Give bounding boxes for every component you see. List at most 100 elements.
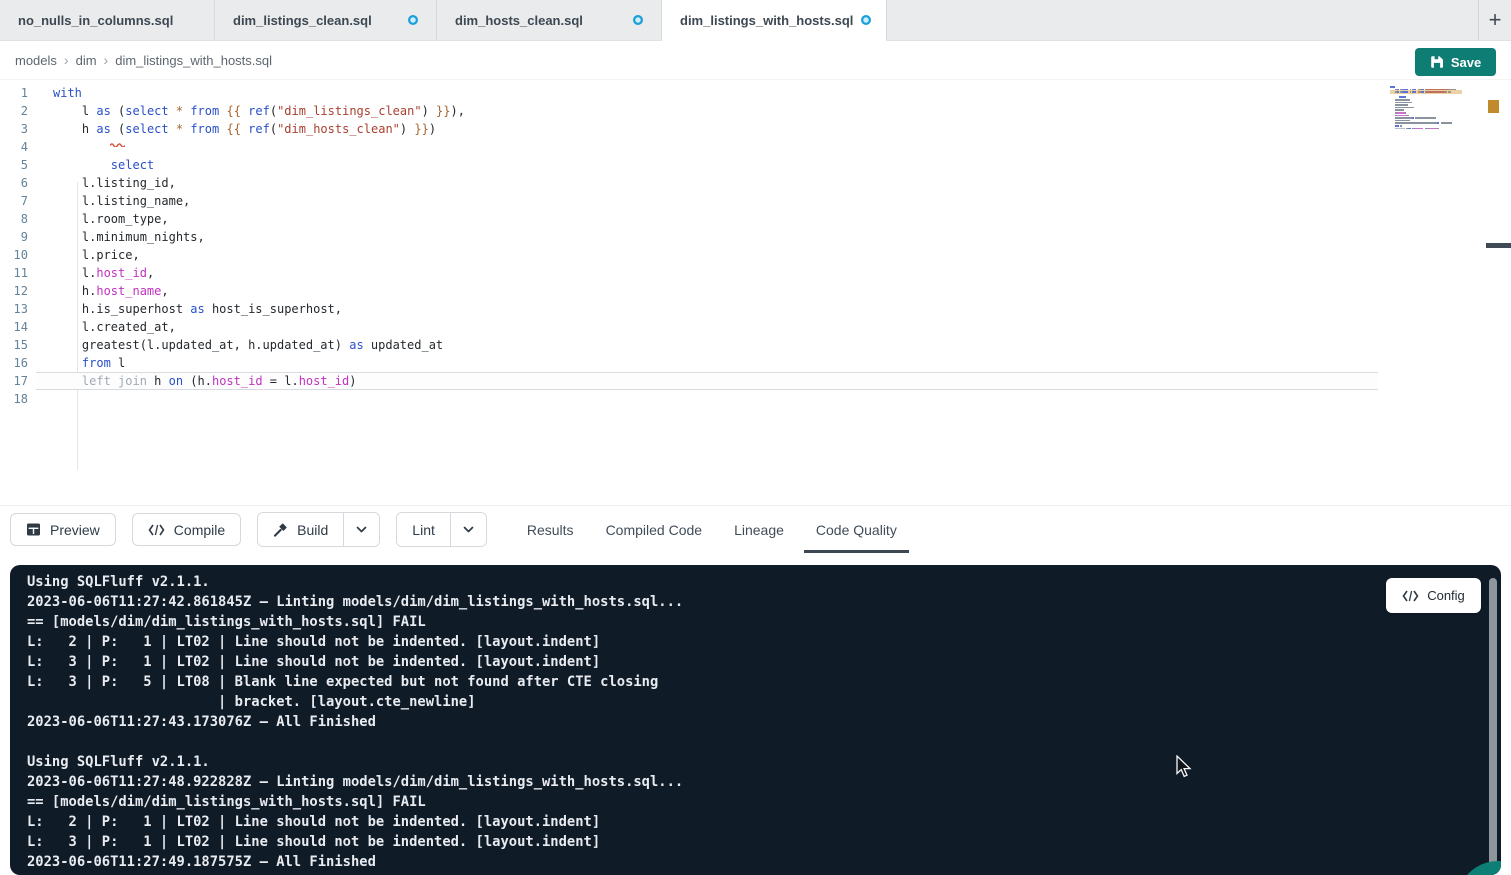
code-line: l.minimum_nights,	[36, 228, 1378, 246]
editor-line-18[interactable]: 18	[0, 390, 1511, 408]
minimap-line	[1408, 128, 1410, 130]
file-tab-dim_hosts_clean[interactable]: dim_hosts_clean.sql	[437, 0, 662, 40]
breadcrumb-item[interactable]: models	[15, 53, 57, 68]
code-line: l.room_type,	[36, 210, 1378, 228]
code-line: l.listing_name,	[36, 192, 1378, 210]
minimap-line	[1395, 107, 1415, 109]
save-button[interactable]: Save	[1415, 48, 1496, 76]
terminal-line: L: 2 | P: 1 | LT02 | Line should not be …	[27, 632, 1371, 652]
terminal-line: L: 3 | P: 1 | LT02 | Line should not be …	[27, 652, 1371, 672]
overview-warning-marker	[1488, 100, 1499, 113]
breadcrumb-item[interactable]: dim	[76, 53, 97, 68]
preview-button[interactable]: Preview	[10, 513, 116, 546]
editor-line-10[interactable]: 10 l.price,	[0, 246, 1511, 264]
minimap-line	[1400, 125, 1402, 127]
terminal-scrollbar[interactable]	[1489, 578, 1497, 868]
terminal-line: 2023-06-06T11:27:42.861845Z — Linting mo…	[27, 592, 1371, 612]
unsaved-changes-icon	[861, 15, 871, 25]
editor-line-5[interactable]: 5 select	[0, 156, 1511, 174]
line-number: 6	[0, 174, 36, 192]
save-floppy-icon	[1430, 55, 1444, 69]
editor-lines: 1with2 l as (select * from {{ ref("dim_l…	[0, 84, 1511, 408]
code-line: greatest(l.updated_at, h.updated_at) as …	[36, 336, 1378, 354]
line-number: 16	[0, 354, 36, 372]
minimap-line	[1437, 128, 1439, 130]
editor-line-2[interactable]: 2 l as (select * from {{ ref("dim_listin…	[0, 102, 1511, 120]
terminal-panel[interactable]: Using SQLFluff v2.1.1.2023-06-06T11:27:4…	[10, 565, 1501, 875]
line-number: 3	[0, 120, 36, 138]
editor-line-16[interactable]: 16 from l	[0, 354, 1511, 372]
code-line: h.is_superhost as host_is_superhost,	[36, 300, 1378, 318]
minimap-line	[1402, 91, 1409, 93]
code-line: h.host_name,	[36, 282, 1378, 300]
chevron-down-icon	[356, 526, 367, 533]
editor-line-4[interactable]: 4	[0, 138, 1511, 156]
tab-label: dim_listings_clean.sql	[233, 13, 372, 28]
line-number: 15	[0, 336, 36, 354]
minimap-line	[1407, 115, 1409, 117]
panel-tab-results[interactable]: Results	[515, 506, 586, 553]
terminal-line: 2023-06-06T11:27:43.173076Z — All Finish…	[27, 712, 1371, 732]
overview-cursor-marker	[1486, 243, 1511, 248]
minimap-line	[1395, 102, 1412, 104]
editor-line-14[interactable]: 14 l.created_at,	[0, 318, 1511, 336]
terminal-line: Using SQLFluff v2.1.1.	[27, 572, 1371, 592]
preview-button-label: Preview	[50, 522, 100, 538]
terminal-line: L: 2 | P: 1 | LT02 | Line should not be …	[27, 812, 1371, 832]
editor-line-17[interactable]: 17 left join h on (h.host_id = l.host_id…	[0, 372, 1511, 390]
help-button[interactable]	[1457, 861, 1501, 875]
lint-button-label: Lint	[412, 522, 435, 538]
minimap-line	[1395, 99, 1410, 101]
code-line: h as (select * from {{ ref("dim_hosts_cl…	[36, 120, 1378, 138]
minimap-line	[1412, 91, 1417, 93]
editor-line-3[interactable]: 3 h as (select * from {{ ref("dim_hosts_…	[0, 120, 1511, 138]
line-number: 12	[0, 282, 36, 300]
action-buttons: Preview Compile Build Lint	[10, 512, 487, 547]
lint-dropdown-button[interactable]	[450, 513, 486, 546]
minimap-line	[1395, 117, 1412, 119]
editor-line-11[interactable]: 11 l.host_id,	[0, 264, 1511, 282]
code-editor[interactable]: 1with2 l as (select * from {{ ref("dim_l…	[0, 80, 1511, 505]
build-button[interactable]: Build	[258, 513, 343, 546]
panel-tab-code-quality[interactable]: Code Quality	[804, 506, 909, 553]
file-tab-dim_listings_clean[interactable]: dim_listings_clean.sql	[215, 0, 437, 40]
panel-tab-lineage[interactable]: Lineage	[722, 506, 796, 553]
chevron-down-icon	[463, 526, 474, 533]
file-tab-dim_listings_with_hosts[interactable]: dim_listings_with_hosts.sql	[662, 0, 887, 40]
minimap-line	[1410, 91, 1412, 93]
minimap-line	[1395, 120, 1410, 122]
code-line: l.price,	[36, 246, 1378, 264]
minimap-line	[1441, 122, 1453, 124]
minimap[interactable]	[1390, 84, 1462, 179]
terminal-line	[27, 732, 1371, 752]
minimap-line	[1395, 128, 1405, 130]
editor-line-1[interactable]: 1with	[0, 84, 1511, 102]
lint-button[interactable]: Lint	[397, 513, 450, 546]
editor-line-9[interactable]: 9 l.minimum_nights,	[0, 228, 1511, 246]
minimap-line	[1415, 128, 1423, 130]
panel-tab-compiled-code[interactable]: Compiled Code	[594, 506, 715, 553]
breadcrumb-item[interactable]: dim_listings_with_hosts.sql	[115, 53, 272, 68]
tab-label: dim_listings_with_hosts.sql	[680, 13, 853, 28]
editor-line-13[interactable]: 13 h.is_superhost as host_is_superhost,	[0, 300, 1511, 318]
file-tab-no_nulls_in_columns[interactable]: no_nulls_in_columns.sql	[0, 0, 215, 40]
editor-line-7[interactable]: 7 l.listing_name,	[0, 192, 1511, 210]
line-number: 5	[0, 156, 36, 174]
build-button-label: Build	[297, 522, 328, 538]
config-button[interactable]: Config	[1386, 578, 1481, 613]
compile-button[interactable]: Compile	[132, 513, 241, 546]
new-tab-button[interactable]: +	[1478, 0, 1511, 40]
editor-line-12[interactable]: 12 h.host_name,	[0, 282, 1511, 300]
line-number: 17	[0, 372, 36, 390]
build-dropdown-button[interactable]	[343, 513, 379, 546]
editor-line-15[interactable]: 15 greatest(l.updated_at, h.updated_at) …	[0, 336, 1511, 354]
line-number: 10	[0, 246, 36, 264]
minimap-line	[1415, 117, 1436, 119]
table-icon	[26, 522, 41, 537]
editor-line-6[interactable]: 6 l.listing_id,	[0, 174, 1511, 192]
code-icon	[1402, 590, 1419, 602]
code-line: from l	[36, 354, 1378, 372]
lint-split-button: Lint	[396, 512, 487, 547]
editor-line-8[interactable]: 8 l.room_type,	[0, 210, 1511, 228]
compile-button-label: Compile	[174, 522, 225, 538]
